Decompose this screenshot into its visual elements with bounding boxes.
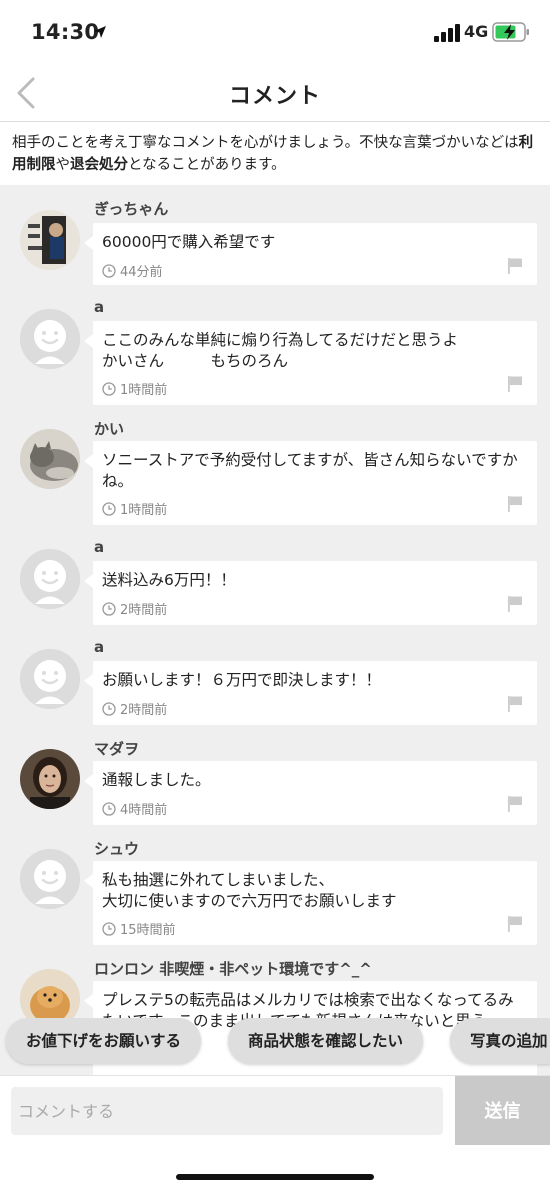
report-flag-icon[interactable] [507, 915, 523, 932]
nav-bar: コメント [0, 64, 550, 122]
network-type: 4G [464, 22, 489, 41]
comment-time: 44分前 [120, 265, 163, 280]
comment-input-bar: 送信 [0, 1075, 550, 1146]
default-user-avatar-icon [20, 309, 80, 369]
comment-time: 15時間前 [120, 923, 176, 938]
clock-icon [102, 263, 116, 278]
comment-bubble: ここのみんな単純に煽り行為してるだけだと思うよ かいさん もちのろん 1時間前 [84, 321, 537, 405]
avatar[interactable] [20, 549, 80, 609]
comment-bubble: 送料込み6万円！！ 2時間前 [84, 561, 537, 625]
report-flag-icon[interactable] [507, 795, 523, 812]
comment-bubble: 60000円で購入希望です 44分前 [84, 223, 537, 285]
comment-time: 2時間前 [120, 703, 168, 718]
notice-text-2: や [55, 157, 71, 173]
commenter-name: ぎっちゃん [94, 200, 169, 218]
comment-text: お願いします！６万円で即決します！！ [102, 671, 382, 689]
avatar[interactable] [20, 749, 80, 809]
commenter-name: ロンロン 非喫煙・非ペット環境です^_^ [94, 960, 372, 978]
comment-time-row: 1時間前 [102, 379, 167, 398]
cellular-signal-icon [434, 24, 460, 42]
commenter-name: シュウ [94, 840, 140, 858]
comment-item: a 送料込み6万円！！ 2時間前 [0, 538, 550, 638]
clock-icon [102, 921, 116, 936]
default-user-avatar-icon [20, 649, 80, 709]
comment-text: 60000円で購入希望です [102, 233, 276, 251]
report-flag-icon[interactable] [507, 595, 523, 612]
status-bar: 14:30 4G [0, 0, 550, 64]
quick-reply-price-reduction[interactable]: お値下げをお願いする [6, 1018, 202, 1064]
report-flag-icon[interactable] [507, 495, 523, 512]
user-photo-avatar [20, 210, 80, 270]
comment-item: シュウ 私も抽選に外れてしまいました、 大切に使いますので六万円でお願いします … [0, 838, 550, 958]
comment-input[interactable] [11, 1087, 443, 1135]
comment-text: 私も抽選に外れてしまいました、 大切に使いますので六万円でお願いします [102, 871, 397, 910]
default-user-avatar-icon [20, 849, 80, 909]
battery-charging-icon [492, 22, 529, 42]
notice-text-3: となることがあります。 [128, 157, 286, 173]
comment-text: 通報しました。 [102, 771, 211, 789]
commenter-name: a [94, 538, 105, 556]
comment-bubble: お願いします！６万円で即決します！！ 2時間前 [84, 661, 537, 725]
send-button[interactable]: 送信 [455, 1076, 550, 1146]
report-flag-icon[interactable] [507, 257, 523, 274]
commenter-name: a [94, 638, 105, 656]
comment-item: a お願いします！６万円で即決します！！ 2時間前 [0, 638, 550, 738]
user-photo-avatar [20, 749, 80, 809]
comment-text: ここのみんな単純に煽り行為してるだけだと思うよ かいさん もちのろん [102, 331, 459, 370]
commenter-name: マダヲ [94, 740, 140, 758]
comment-time-row: 1時間前 [102, 499, 167, 518]
status-time: 14:30 [31, 20, 100, 44]
home-area [0, 1145, 550, 1190]
report-flag-icon[interactable] [507, 695, 523, 712]
commenter-name: a [94, 298, 105, 316]
comment-time-row: 15時間前 [102, 919, 176, 938]
clock-icon [102, 801, 116, 816]
comment-text: ソニーストアで予約受付してますが、皆さん知らないですかね。 [102, 451, 518, 490]
clock-icon [102, 701, 116, 716]
user-photo-avatar [20, 429, 80, 489]
home-indicator[interactable] [176, 1174, 374, 1180]
comment-item: a ここのみんな単純に煽り行為してるだけだと思うよ かいさん もちのろん 1時間… [0, 298, 550, 418]
avatar[interactable] [20, 849, 80, 909]
quick-reply-check-condition[interactable]: 商品状態を確認したい [228, 1018, 424, 1064]
location-arrow-icon [94, 26, 106, 38]
page-title: コメント [228, 84, 321, 109]
comment-guideline-notice: 相手のことを考え丁寧なコメントを心がけましょう。不快な言葉づかいなどは利用制限や… [0, 122, 550, 185]
comment-time: 4時間前 [120, 803, 168, 818]
comment-item: かい ソニーストアで予約受付してますが、皆さん知らないですかね。 1時間前 [0, 418, 550, 538]
quick-reply-add-photo[interactable]: 写真の追加 [450, 1018, 550, 1064]
comment-list[interactable]: ぎっちゃん 60000円で購入希望です 44分前 a ここのみんな単純に煽り行為… [0, 185, 550, 1075]
comment-screen: 14:30 4G コメント 相手のことを考え丁寧なコメントを心がけましょう。不快… [0, 0, 550, 1190]
comment-time: 1時間前 [120, 503, 168, 518]
notice-text-1: 相手のことを考え丁寧なコメントを心がけましょう。不快な言葉づかいなどは [12, 135, 519, 151]
comment-time: 1時間前 [120, 383, 168, 398]
clock-icon [102, 601, 116, 616]
clock-icon [102, 381, 116, 396]
comment-time-row: 2時間前 [102, 699, 167, 718]
clock-icon [102, 501, 116, 516]
comment-time-row: 44分前 [102, 261, 163, 280]
comment-time: 2時間前 [120, 603, 168, 618]
avatar[interactable] [20, 649, 80, 709]
report-flag-icon[interactable] [507, 375, 523, 392]
commenter-name: かい [94, 420, 125, 438]
comment-bubble: 通報しました。 4時間前 [84, 761, 537, 825]
comment-item: ぎっちゃん 60000円で購入希望です 44分前 [0, 198, 550, 298]
comment-time-row: 2時間前 [102, 599, 167, 618]
comment-time-row: 4時間前 [102, 799, 167, 818]
quick-reply-bar: お値下げをお願いする 商品状態を確認したい 写真の追加 [0, 1018, 550, 1068]
comment-bubble: ソニーストアで予約受付してますが、皆さん知らないですかね。 1時間前 [84, 441, 537, 525]
avatar[interactable] [20, 429, 80, 489]
comment-bubble: 私も抽選に外れてしまいました、 大切に使いますので六万円でお願いします 15時間… [84, 861, 537, 945]
notice-bold-withdrawal: 退会処分 [70, 157, 128, 173]
avatar[interactable] [20, 309, 80, 369]
comment-item: マダヲ 通報しました。 4時間前 [0, 738, 550, 838]
default-user-avatar-icon [20, 549, 80, 609]
comment-text: 送料込み6万円！！ [102, 571, 236, 589]
avatar[interactable] [20, 210, 80, 270]
